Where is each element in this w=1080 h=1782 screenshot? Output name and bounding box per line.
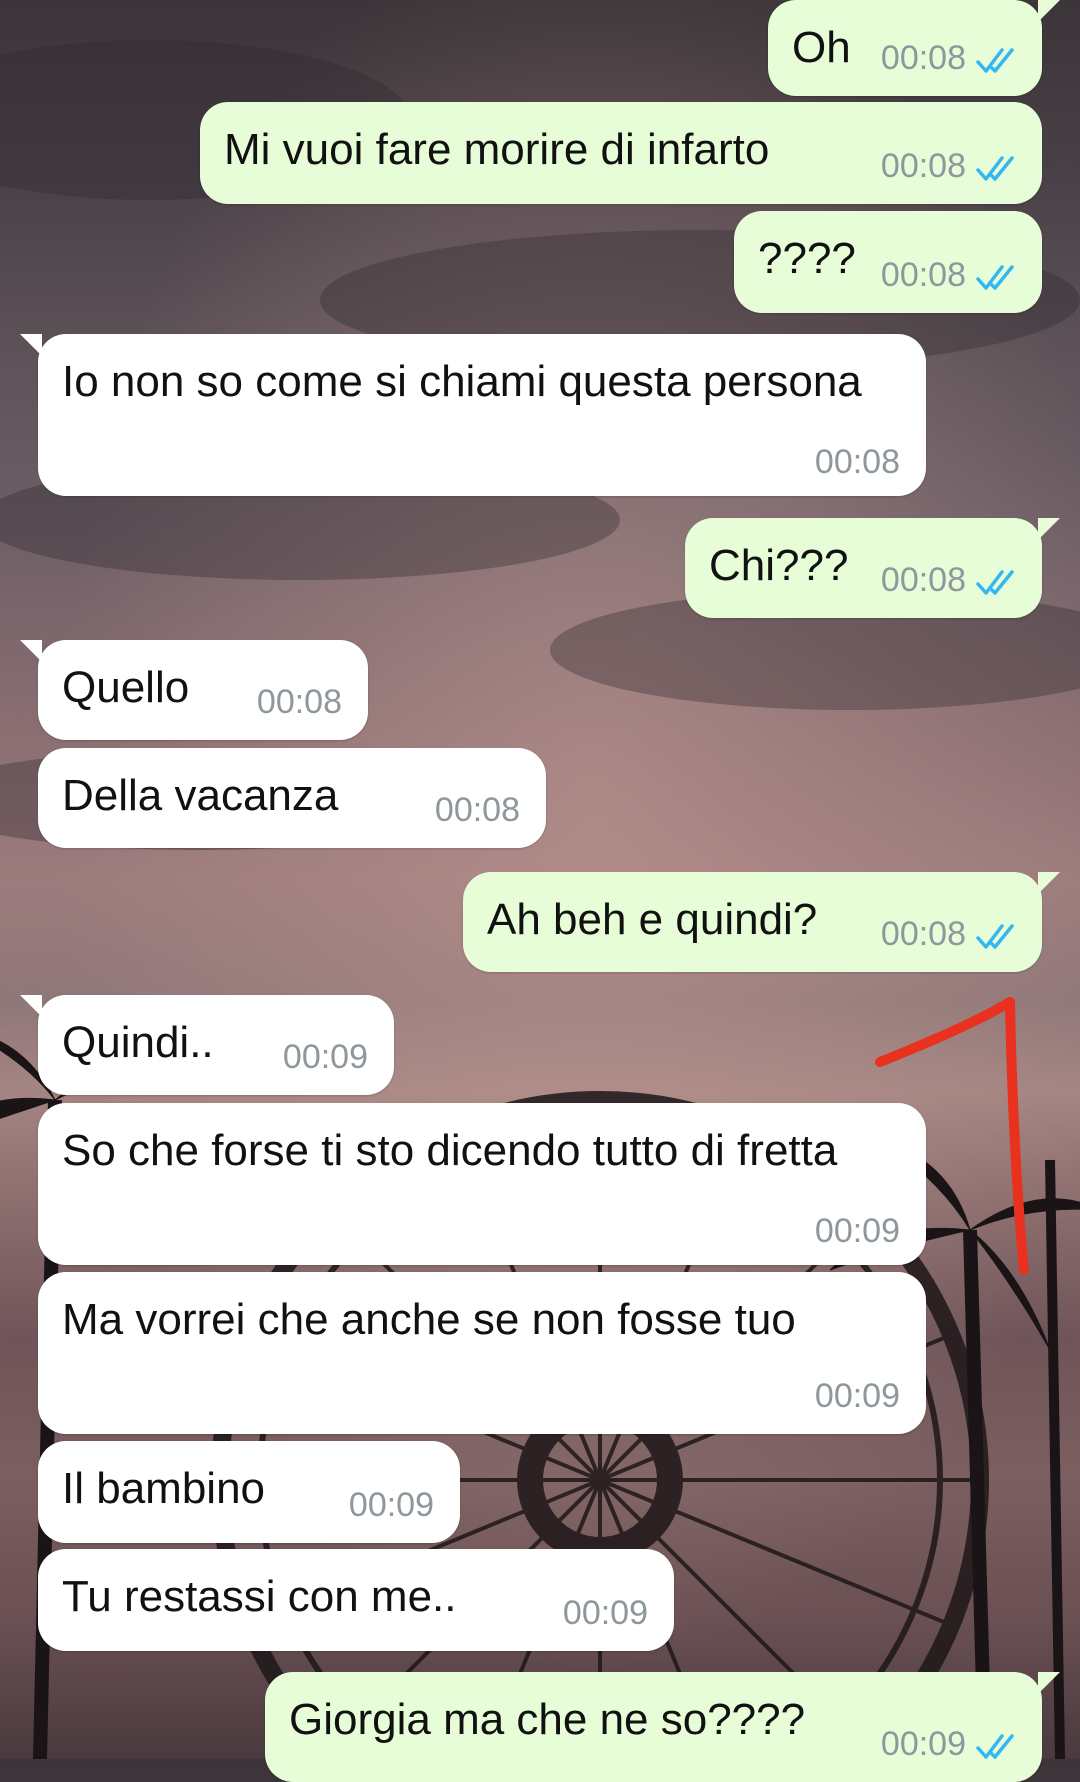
message-time: 00:08 [256,683,342,721]
outgoing-message[interactable]: Mi vuoi fare morire di infarto 00:08 [200,102,1042,204]
double-check-icon [976,570,1014,595]
double-check-icon [976,1734,1014,1759]
message-time: 00:09 [282,1038,368,1076]
outgoing-message[interactable]: Ah beh e quindi? 00:08 [463,872,1060,972]
double-check-icon [976,156,1014,181]
double-check-icon [976,48,1014,73]
message-text: Giorgia ma che ne so???? [289,1695,806,1744]
message-text: So che forse ti sto dicendo tutto di fre… [62,1126,838,1175]
message-time: 00:08 [880,915,966,953]
outgoing-message[interactable]: Giorgia ma che ne so???? 00:09 [265,1672,1060,1782]
message-time: 00:08 [434,791,520,829]
incoming-message[interactable]: Della vacanza 00:08 [38,748,546,848]
message-text: Mi vuoi fare morire di infarto [224,125,770,174]
outgoing-message[interactable]: Chi??? 00:08 [685,518,1060,618]
double-check-icon [976,924,1014,949]
outgoing-message[interactable]: Oh 00:08 [768,0,1060,96]
message-time: 00:08 [880,561,966,599]
message-time: 00:09 [348,1486,434,1524]
outgoing-message[interactable]: ???? 00:08 [734,211,1042,313]
message-text: ???? [758,234,856,283]
chat-area[interactable]: Oh 00:08 Mi vuoi fare morire di infarto 00:… [0,0,1080,1782]
message-time: 00:09 [562,1594,648,1632]
message-time: 00:08 [880,39,966,77]
incoming-message[interactable]: So che forse ti sto dicendo tutto di fre… [38,1103,926,1265]
message-time: 00:08 [880,147,966,185]
message-text: Oh [792,23,851,72]
message-time: 00:08 [880,256,966,294]
message-time: 00:08 [814,443,900,481]
message-text: Ma vorrei che anche se non fosse tuo [62,1295,796,1344]
message-text: Della vacanza [62,771,339,820]
message-time: 00:09 [814,1377,900,1415]
double-check-icon [976,265,1014,290]
message-text: Il bambino [62,1464,266,1513]
message-text: Quindi.. [62,1018,214,1067]
incoming-message[interactable]: Io non so come si chiami questa persona 0… [20,334,926,496]
message-text: Quello [62,663,190,712]
message-text: Chi??? [709,541,849,590]
incoming-message[interactable]: Tu restassi con me.. 00:09 [38,1549,674,1651]
message-time: 00:09 [880,1725,966,1763]
incoming-message[interactable]: Quindi.. 00:09 [20,995,394,1095]
incoming-message[interactable]: Quello 00:08 [20,640,368,740]
message-text: Tu restassi con me.. [62,1572,457,1621]
red-arrow-annotation [875,997,1029,1275]
incoming-message[interactable]: Ma vorrei che anche se non fosse tuo 00:0… [38,1272,926,1434]
incoming-message[interactable]: Il bambino 00:09 [38,1441,460,1543]
message-text: Ah beh e quindi? [487,895,818,944]
message-text: Io non so come si chiami questa persona [62,357,862,406]
